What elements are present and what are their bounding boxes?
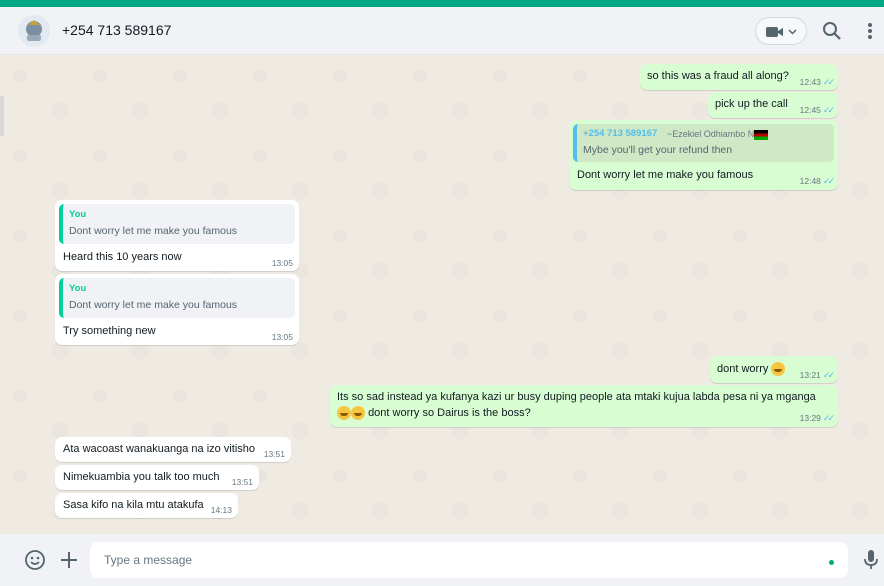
message-text: Heard this 10 years now bbox=[63, 251, 182, 263]
message-composer bbox=[0, 534, 884, 586]
message-time: 14:13 bbox=[210, 505, 232, 515]
read-receipt-icon: ✓✓ bbox=[822, 413, 835, 423]
quoted-text: Dont worry let me make you famous bbox=[69, 225, 238, 237]
message-time: 12:43 ✓✓ bbox=[799, 77, 835, 87]
panel-edge bbox=[0, 96, 4, 136]
quoted-message[interactable]: You Dont worry let me make you famous bbox=[59, 204, 295, 244]
menu-button[interactable] bbox=[862, 19, 878, 43]
message-time: 13:29 ✓✓ bbox=[799, 413, 835, 423]
message-time: 13:21 ✓✓ bbox=[799, 370, 835, 380]
message-text: Dont worry let me make you famous bbox=[577, 169, 754, 181]
message-bubble[interactable]: You Dont worry let me make you famous He… bbox=[55, 200, 299, 271]
quoted-text: Mybe you'll get your refund then bbox=[583, 144, 733, 156]
read-receipt-icon: ✓✓ bbox=[822, 105, 835, 115]
laughing-emoji bbox=[337, 406, 351, 420]
message-text: dont worry bbox=[717, 362, 786, 376]
attach-button[interactable] bbox=[58, 549, 80, 571]
video-call-button[interactable] bbox=[755, 17, 807, 45]
grimace-emoji bbox=[771, 362, 786, 376]
read-receipt-icon: ✓✓ bbox=[822, 77, 835, 87]
quoted-author: You bbox=[69, 283, 87, 294]
message-bubble[interactable]: Its so sad instead ya kufanya kazi ur bu… bbox=[330, 385, 838, 427]
message-time: 13:51 bbox=[263, 449, 285, 459]
chat-header: +254 713 589167 bbox=[0, 7, 884, 55]
message-text: Sasa kifo na kila mtu atakufa bbox=[63, 499, 204, 511]
message-time: 12:45 ✓✓ bbox=[799, 105, 835, 115]
attach-plus-icon bbox=[61, 552, 77, 568]
contact-name[interactable]: +254 713 589167 bbox=[62, 22, 171, 38]
kenya-flag-emoji bbox=[754, 129, 769, 140]
quoted-text: Dont worry let me make you famous bbox=[69, 299, 238, 311]
message-time: 12:48 ✓✓ bbox=[799, 176, 835, 186]
message-bubble[interactable]: so this was a fraud all along? 12:43 ✓✓ bbox=[640, 64, 838, 90]
read-receipt-icon: ✓✓ bbox=[822, 176, 835, 186]
quoted-message[interactable]: +254 713 589167 ~Ezekiel Odhiambo N Mybe… bbox=[573, 124, 834, 162]
quoted-author: You bbox=[69, 209, 87, 220]
message-input[interactable] bbox=[90, 542, 848, 578]
avatar[interactable] bbox=[18, 15, 50, 47]
search-button[interactable] bbox=[820, 19, 844, 43]
message-text: Ata wacoast wanakuanga na izo vitisho bbox=[63, 443, 256, 455]
app-accent-bar bbox=[0, 0, 884, 7]
quoted-author: +254 713 589167 bbox=[583, 128, 658, 139]
search-icon bbox=[823, 22, 841, 40]
message-time: 13:51 bbox=[231, 477, 253, 487]
message-bubble[interactable]: pick up the call 12:45 ✓✓ bbox=[708, 92, 838, 118]
quoted-message[interactable]: You Dont worry let me make you famous bbox=[59, 278, 295, 318]
message-text-line-2: dont worry so Dairus is the boss? bbox=[337, 406, 531, 420]
message-text: Nimekuambia you talk too much bbox=[63, 471, 220, 483]
message-time: 13:05 bbox=[271, 332, 293, 342]
message-bubble[interactable]: dont worry 13:21 ✓✓ bbox=[710, 356, 838, 383]
emoji-button[interactable] bbox=[24, 549, 46, 571]
message-bubble[interactable]: You Dont worry let me make you famous Tr… bbox=[55, 274, 299, 345]
laughing-emoji bbox=[351, 406, 365, 420]
message-bubble[interactable]: Sasa kifo na kila mtu atakufa 14:13 bbox=[55, 493, 238, 518]
message-time: 13:05 bbox=[271, 258, 293, 268]
video-call-icon bbox=[766, 27, 797, 37]
input-status-dot bbox=[829, 560, 834, 565]
voice-message-button[interactable] bbox=[862, 548, 880, 572]
message-text: pick up the call bbox=[715, 98, 788, 110]
message-text: Try something new bbox=[63, 325, 156, 337]
microphone-icon bbox=[864, 550, 878, 569]
chevron-down-icon bbox=[788, 29, 797, 35]
emoji-icon bbox=[25, 550, 45, 570]
message-text-line-1: Its so sad instead ya kufanya kazi ur bu… bbox=[337, 391, 816, 403]
read-receipt-icon: ✓✓ bbox=[822, 370, 835, 380]
message-text: so this was a fraud all along? bbox=[647, 70, 789, 82]
quoted-author-name: ~Ezekiel Odhiambo N bbox=[667, 129, 769, 140]
message-bubble[interactable]: Ata wacoast wanakuanga na izo vitisho 13… bbox=[55, 437, 291, 462]
message-bubble[interactable]: +254 713 589167 ~Ezekiel Odhiambo N Mybe… bbox=[569, 120, 838, 190]
message-bubble[interactable]: Nimekuambia you talk too much 13:51 bbox=[55, 465, 259, 490]
menu-icon bbox=[868, 23, 872, 39]
conversation-panel[interactable]: so this was a fraud all along? 12:43 ✓✓ p… bbox=[0, 56, 884, 534]
